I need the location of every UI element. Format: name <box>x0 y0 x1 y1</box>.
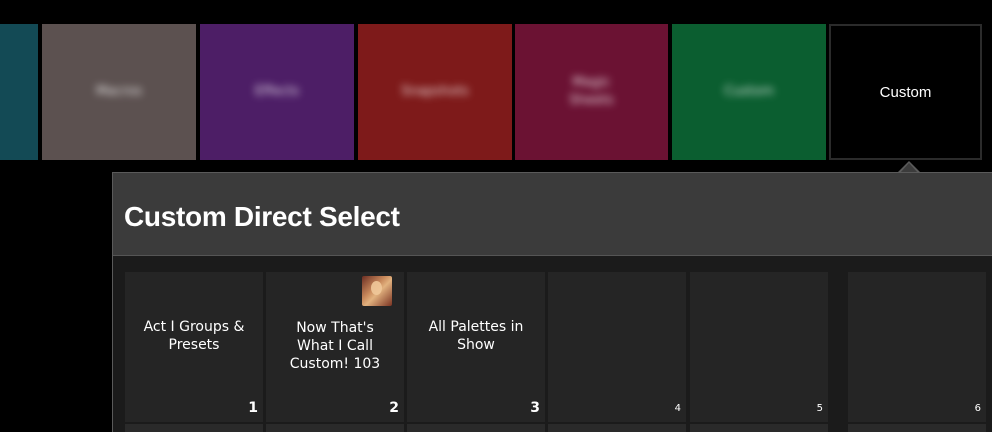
tab-magic-sheets[interactable]: Magic Sheets <box>515 24 668 160</box>
tab-label: Macros <box>95 84 143 99</box>
tile-number: 6 <box>974 403 981 414</box>
tab-label: Effects <box>254 84 300 99</box>
tile-label: Act I Groups & Presets <box>143 319 245 353</box>
direct-select-tile-row2[interactable] <box>548 424 686 432</box>
tile-number: 2 <box>389 400 399 416</box>
tile-number: 5 <box>816 403 823 414</box>
tile-label: Now That's What I Call Custom! 103 <box>289 320 381 372</box>
tab-label: Snapshots <box>401 84 469 99</box>
tab-label: Magic Sheets <box>569 75 614 108</box>
tab-label: Custom <box>724 84 774 99</box>
direct-select-tile-2[interactable]: Now That's What I Call Custom! 103 2 <box>266 272 404 422</box>
tab-partial-left[interactable] <box>0 24 38 160</box>
tile-label: All Palettes in Show <box>428 319 524 353</box>
panel-header: Custom Direct Select <box>113 173 992 255</box>
direct-select-tile-row2[interactable] <box>690 424 828 432</box>
direct-select-tile-row2[interactable] <box>407 424 545 432</box>
app-root: Macros Effects Snapshots Magic Sheets Cu… <box>0 0 992 432</box>
tab-custom-green[interactable]: Custom <box>672 24 826 160</box>
direct-select-tile-3[interactable]: All Palettes in Show 3 <box>407 272 545 422</box>
tab-custom-selected[interactable]: Custom <box>829 24 982 160</box>
tile-label <box>694 272 824 400</box>
tab-effects[interactable]: Effects <box>200 24 354 160</box>
direct-select-tile-row2[interactable] <box>125 424 263 432</box>
tab-label: Custom <box>879 83 932 101</box>
direct-select-tile-1[interactable]: Act I Groups & Presets 1 <box>125 272 263 422</box>
direct-select-tile-5[interactable]: 5 <box>690 272 828 422</box>
direct-select-tile-6[interactable]: 6 <box>848 272 986 422</box>
direct-select-tile-4[interactable]: 4 <box>548 272 686 422</box>
tab-macros[interactable]: Macros <box>42 24 196 160</box>
tile-number: 3 <box>530 400 540 416</box>
direct-select-tile-row2[interactable] <box>266 424 404 432</box>
category-tab-strip: Macros Effects Snapshots Magic Sheets Cu… <box>0 24 992 160</box>
tile-label <box>852 272 982 400</box>
panel-title: Custom Direct Select <box>124 201 400 232</box>
tile-number: 1 <box>248 400 258 416</box>
direct-select-tile-row2[interactable] <box>848 424 986 432</box>
tile-number: 4 <box>674 403 681 414</box>
panel-divider <box>113 255 992 256</box>
tab-snapshots[interactable]: Snapshots <box>358 24 512 160</box>
tile-label <box>552 272 682 400</box>
